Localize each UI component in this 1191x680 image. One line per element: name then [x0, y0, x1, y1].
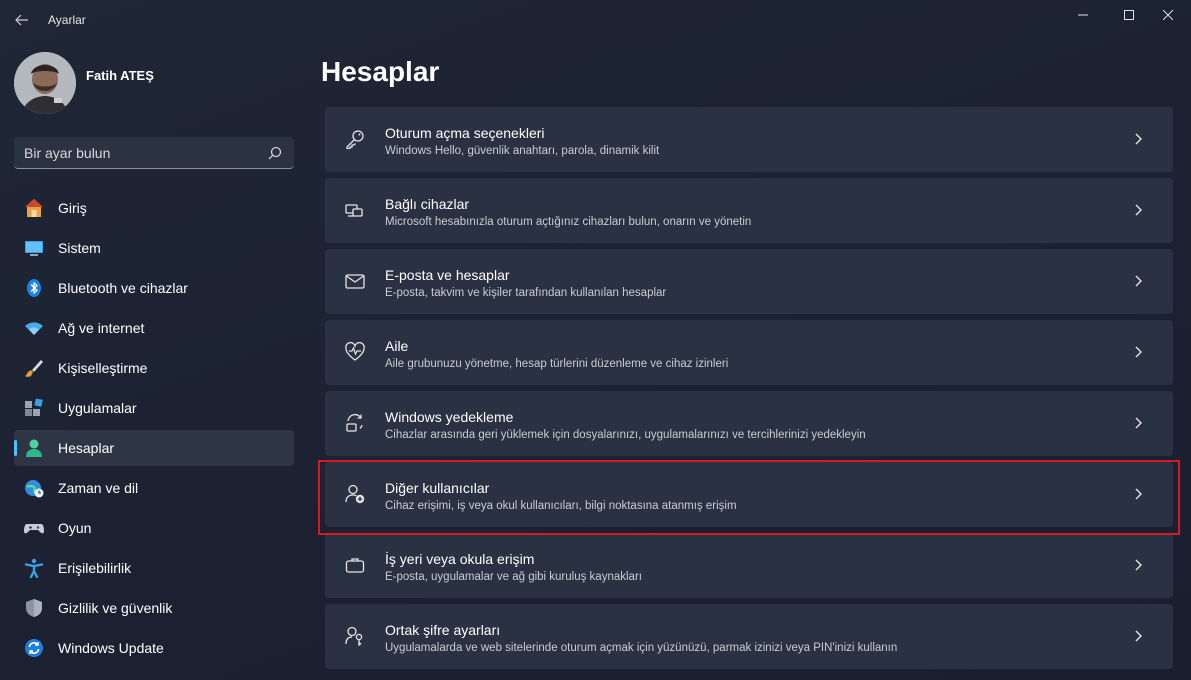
sidebar-item-label: Zaman ve dil [58, 480, 139, 496]
sidebar-item-label: Erişilebilirlik [58, 560, 132, 576]
apps-icon [25, 398, 43, 416]
sidebar-item-system[interactable]: Sistem [14, 230, 294, 266]
brush-icon [25, 360, 43, 377]
close-button[interactable] [1145, 0, 1191, 30]
search-icon[interactable] [268, 146, 282, 160]
shield-icon [26, 599, 42, 617]
title-bar: Ayarlar [0, 0, 1191, 40]
sidebar-item-label: Sistem [58, 240, 101, 256]
sidebar-item-label: Windows Update [58, 640, 164, 656]
settings-card-list: Oturum açma seçenekleri Windows Hello, g… [325, 107, 1173, 675]
card-email-accounts[interactable]: E-posta ve hesaplar E-posta, takvim ve k… [325, 249, 1173, 314]
globe-clock-icon [25, 480, 44, 498]
chevron-right-icon [1135, 204, 1142, 216]
profile-photo-icon [14, 52, 76, 114]
add-user-icon [345, 484, 365, 504]
chevron-right-icon [1135, 488, 1142, 500]
card-description: Windows Hello, güvenlik anahtarı, parola… [385, 145, 660, 157]
profile-name: Fatih ATEŞ [86, 68, 154, 83]
back-button[interactable] [8, 6, 36, 34]
card-title: Bağlı cihazlar [385, 196, 470, 212]
page-title: Hesaplar [321, 56, 440, 87]
sidebar-item-personalization[interactable]: Kişiselleştirme [14, 350, 294, 386]
sidebar-item-label: Gizlilik ve güvenlik [58, 600, 173, 616]
chevron-right-icon [1135, 417, 1142, 429]
card-title: Ortak şifre ayarları [385, 622, 501, 638]
update-icon [25, 639, 43, 657]
search-box[interactable] [14, 137, 294, 169]
briefcase-icon [345, 558, 365, 573]
sidebar-item-time-language[interactable]: Zaman ve dil [14, 470, 294, 506]
avatar[interactable] [14, 52, 76, 114]
card-title: Aile [385, 338, 409, 354]
card-title: Diğer kullanıcılar [385, 480, 490, 496]
sidebar-item-accounts[interactable]: Hesaplar [14, 430, 294, 466]
card-title: E-posta ve hesaplar [385, 267, 510, 283]
sidebar-item-bluetooth[interactable]: Bluetooth ve cihazlar [14, 270, 294, 306]
card-title: İş yeri veya okula erişim [385, 551, 535, 567]
sidebar-item-label: Giriş [58, 200, 87, 216]
card-family[interactable]: Aile Aile grubunuzu yönetme, hesap türle… [325, 320, 1173, 385]
mail-icon [345, 274, 365, 289]
family-heart-icon [345, 342, 365, 361]
card-title: Windows yedekleme [385, 409, 514, 425]
sidebar-item-label: Uygulamalar [58, 400, 137, 416]
backup-icon [346, 413, 363, 432]
card-work-school-access[interactable]: İş yeri veya okula erişim E-posta, uygul… [325, 533, 1173, 598]
passkey-icon [345, 626, 363, 646]
card-passkey-settings[interactable]: Ortak şifre ayarları Uygulamalarda ve we… [325, 604, 1173, 669]
card-description: E-posta, takvim ve kişiler tarafından ku… [385, 287, 667, 299]
monitor-icon [25, 241, 43, 256]
card-linked-devices[interactable]: Bağlı cihazlar Microsoft hesabınızla otu… [325, 178, 1173, 243]
sidebar-item-accessibility[interactable]: Erişilebilirlik [14, 550, 294, 586]
window-title: Ayarlar [48, 13, 86, 27]
card-other-users[interactable]: Diğer kullanıcılar Cihaz erişimi, iş vey… [325, 462, 1173, 527]
card-description: Cihazlar arasında geri yüklemek için dos… [385, 429, 866, 441]
sidebar-item-label: Bluetooth ve cihazlar [58, 280, 188, 296]
back-arrow-icon [15, 14, 28, 26]
chevron-right-icon [1135, 275, 1142, 287]
chevron-right-icon [1135, 630, 1142, 642]
sidebar-item-apps[interactable]: Uygulamalar [14, 390, 294, 426]
sidebar-item-home[interactable]: Giriş [14, 190, 294, 226]
sidebar-nav: Giriş Sistem Bluetooth ve cihazlar Ağ ve… [14, 190, 294, 670]
chevron-right-icon [1135, 133, 1142, 145]
wifi-icon [25, 322, 43, 335]
card-windows-backup[interactable]: Windows yedekleme Cihazlar arasında geri… [325, 391, 1173, 456]
search-input[interactable] [24, 137, 264, 168]
chevron-right-icon [1135, 559, 1142, 571]
minimize-button[interactable] [1060, 0, 1106, 30]
sidebar-item-label: Ağ ve internet [58, 320, 145, 336]
sidebar-item-gaming[interactable]: Oyun [14, 510, 294, 546]
gamepad-icon [24, 524, 44, 534]
minimize-icon [1078, 14, 1088, 16]
home-icon [25, 199, 43, 217]
card-description: Cihaz erişimi, iş veya okul kullanıcılar… [385, 500, 737, 512]
sidebar-item-privacy[interactable]: Gizlilik ve güvenlik [14, 590, 294, 626]
card-sign-in-options[interactable]: Oturum açma seçenekleri Windows Hello, g… [325, 107, 1173, 172]
person-icon [26, 439, 42, 457]
sidebar-item-network[interactable]: Ağ ve internet [14, 310, 294, 346]
card-description: Uygulamalarda ve web sitelerinde oturum … [385, 642, 898, 654]
card-description: E-posta, uygulamalar ve ağ gibi kuruluş … [385, 571, 642, 583]
key-icon [346, 130, 364, 149]
chevron-right-icon [1135, 346, 1142, 358]
card-description: Aile grubunuzu yönetme, hesap türlerini … [385, 358, 729, 370]
close-icon [1163, 10, 1173, 20]
maximize-icon [1124, 10, 1134, 20]
sidebar-item-label: Kişiselleştirme [58, 360, 148, 376]
bluetooth-icon [27, 279, 41, 297]
card-title: Oturum açma seçenekleri [385, 125, 545, 141]
card-description: Microsoft hesabınızla oturum açtığınız c… [385, 216, 752, 228]
settings-window: Ayarlar Fatih ATEŞ Bir ayar bulun Giriş … [0, 0, 1191, 680]
sidebar-item-label: Hesaplar [58, 440, 115, 456]
sidebar-item-windows-update[interactable]: Windows Update [14, 630, 294, 666]
accessibility-icon [24, 558, 44, 578]
sidebar-item-label: Oyun [58, 520, 92, 536]
devices-icon [345, 204, 363, 217]
